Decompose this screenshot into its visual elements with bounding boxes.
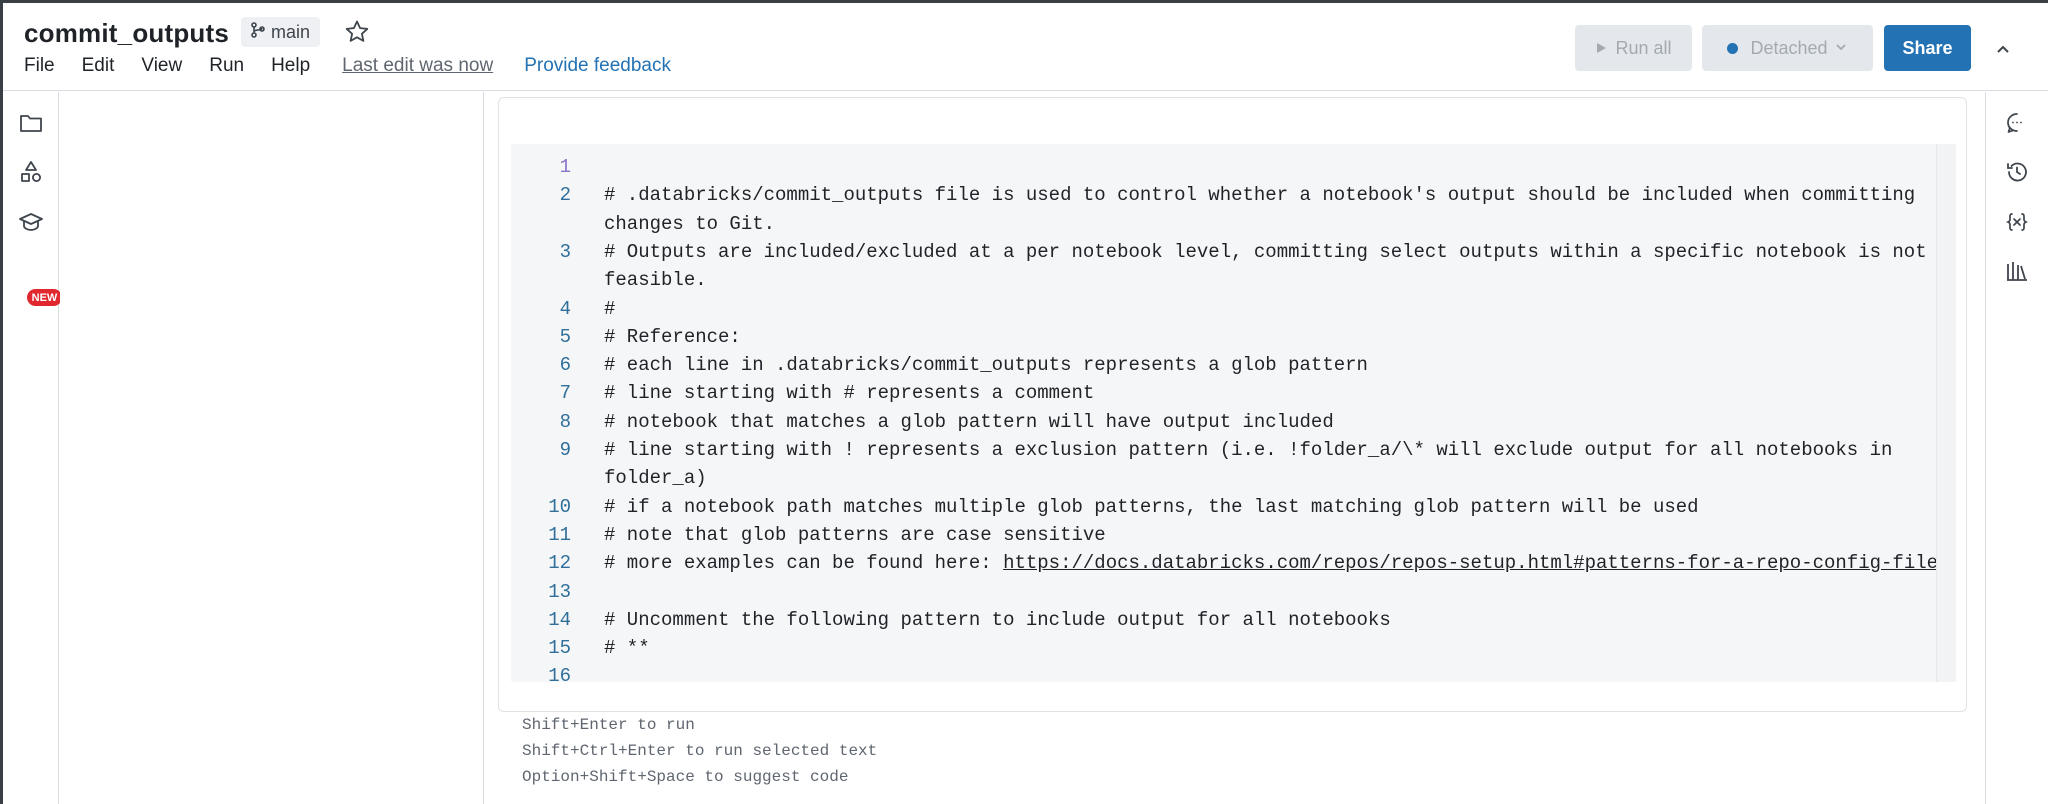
play-icon <box>1595 38 1607 59</box>
code-line-text: # <box>604 297 616 320</box>
run-all-button[interactable]: Run all <box>1575 25 1692 71</box>
code-line: # more examples can be found here: https… <box>604 552 1938 574</box>
line-number: 6 <box>559 354 571 377</box>
code-line-text: changes to Git. <box>604 212 776 235</box>
branch-button[interactable]: main <box>241 17 321 47</box>
notebook-title[interactable]: commit_outputs <box>24 18 229 49</box>
line-number: 13 <box>548 580 571 603</box>
hint-run: Shift+Enter to run <box>522 716 695 734</box>
line-number: 16 <box>548 665 571 688</box>
code-line-text: # line starting with # represents a comm… <box>604 382 1095 405</box>
code-line-text: # Outputs are included/excluded at a per… <box>604 240 1927 263</box>
star-icon[interactable] <box>343 18 371 46</box>
menu-run[interactable]: Run <box>209 55 244 77</box>
code-line-text: folder_a) <box>604 467 707 490</box>
code-line: # each line in .databricks/commit_output… <box>604 354 1368 376</box>
variables-icon[interactable] <box>2004 209 2030 235</box>
code-line-text: feasible. <box>604 269 707 292</box>
branch-icon <box>249 21 267 44</box>
compute-selector[interactable]: Detached <box>1702 25 1873 71</box>
code-line-text: # .databricks/commit_outputs file is use… <box>604 184 1916 207</box>
code-line: folder_a) <box>604 467 707 489</box>
code-line-text: # ** <box>604 637 650 660</box>
code-line: # Reference: <box>604 326 741 348</box>
chevron-up-icon[interactable] <box>1991 37 2015 61</box>
code-line-text: # if a notebook path matches multiple gl… <box>604 495 1699 518</box>
line-number: 8 <box>559 410 571 433</box>
code-line-text: # line starting with ! represents a excl… <box>604 439 1893 461</box>
chevron-down-icon <box>1834 38 1848 59</box>
code-line-text: # more examples can be found here: <box>604 552 1004 575</box>
hint-run-selected: Shift+Ctrl+Enter to run selected text <box>522 742 878 760</box>
code-line-text: # each line in .databricks/commit_output… <box>604 354 1368 377</box>
new-badge: NEW <box>27 289 62 306</box>
notebook-content: 1 2 # .databricks/commit_outputs file is u… <box>485 92 1985 804</box>
provide-feedback-link[interactable]: Provide feedback <box>524 55 671 77</box>
last-edit-link[interactable]: Last edit was now <box>342 55 493 77</box>
code-line: # Outputs are included/excluded at a per… <box>604 241 1927 263</box>
hint-suggest: Option+Shift+Space to suggest code <box>522 768 849 786</box>
right-sidebar <box>1985 92 2048 804</box>
code-line: changes to Git. <box>604 213 775 235</box>
code-line: # ** <box>604 637 650 659</box>
status-dot-icon <box>1727 42 1739 54</box>
code-cell[interactable]: 1 2 # .databricks/commit_outputs file is u… <box>498 97 1967 712</box>
line-number: 9 <box>559 439 571 461</box>
folder-icon[interactable] <box>17 109 45 137</box>
history-icon[interactable] <box>2004 159 2030 185</box>
share-button[interactable]: Share <box>1884 25 1971 71</box>
compute-label: Detached <box>1750 37 1828 58</box>
line-number: 3 <box>559 240 571 263</box>
keyboard-hints: Shift+Enter to run Shift+Ctrl+Enter to r… <box>522 712 877 790</box>
menu-view[interactable]: View <box>141 55 182 77</box>
code-editor[interactable]: 1 2 # .databricks/commit_outputs file is u… <box>511 144 1956 687</box>
code-line: # Uncomment the following pattern to inc… <box>604 609 1391 631</box>
code-line: # .databricks/commit_outputs file is use… <box>604 184 1915 206</box>
shapes-icon[interactable] <box>17 158 45 186</box>
code-line: # notebook that matches a glob pattern w… <box>604 411 1334 433</box>
code-line: # if a notebook path matches multiple gl… <box>604 496 1699 518</box>
left-sidebar: NEW <box>3 92 62 804</box>
line-number: 7 <box>559 382 571 405</box>
branch-label: main <box>271 21 311 42</box>
line-number: 14 <box>548 608 571 631</box>
line-number: 1 <box>559 156 571 178</box>
notebook-header: commit_outputs main File Edit View Run H… <box>3 3 2048 91</box>
line-number: 12 <box>548 552 571 575</box>
code-line: # note that glob patterns are case sensi… <box>604 524 1106 546</box>
code-line: # <box>604 298 615 320</box>
line-number: 10 <box>548 495 571 518</box>
code-line-text: # Reference: <box>604 325 741 348</box>
menu-help[interactable]: Help <box>271 55 310 77</box>
code-line-text: # notebook that matches a glob pattern w… <box>604 410 1334 433</box>
menu-bar: File Edit View Run Help Last edit was no… <box>24 55 671 77</box>
line-number: 15 <box>548 637 571 660</box>
menu-edit[interactable]: Edit <box>82 55 115 77</box>
line-number: 4 <box>559 297 571 320</box>
library-icon[interactable] <box>2004 258 2030 284</box>
comment-icon[interactable] <box>2004 110 2030 136</box>
code-line: # line starting with # represents a comm… <box>604 382 1094 404</box>
code-line-text: # note that glob patterns are case sensi… <box>604 523 1106 546</box>
line-number: 5 <box>559 325 571 348</box>
code-line-text: # Uncomment the following pattern to inc… <box>604 608 1391 631</box>
code-scrollbar[interactable] <box>1936 144 1956 682</box>
run-all-label: Run all <box>1615 37 1672 58</box>
graduation-cap-icon[interactable] <box>17 208 45 236</box>
code-line: # line starting with ! represents a excl… <box>604 439 1892 461</box>
file-browser-panel <box>60 92 484 804</box>
menu-file[interactable]: File <box>24 55 55 77</box>
docs-link[interactable]: https://docs.databricks.com/repos/repos-… <box>1003 552 1938 574</box>
code-line: feasible. <box>604 269 707 291</box>
line-number: 2 <box>559 184 571 207</box>
line-number: 11 <box>548 523 571 546</box>
